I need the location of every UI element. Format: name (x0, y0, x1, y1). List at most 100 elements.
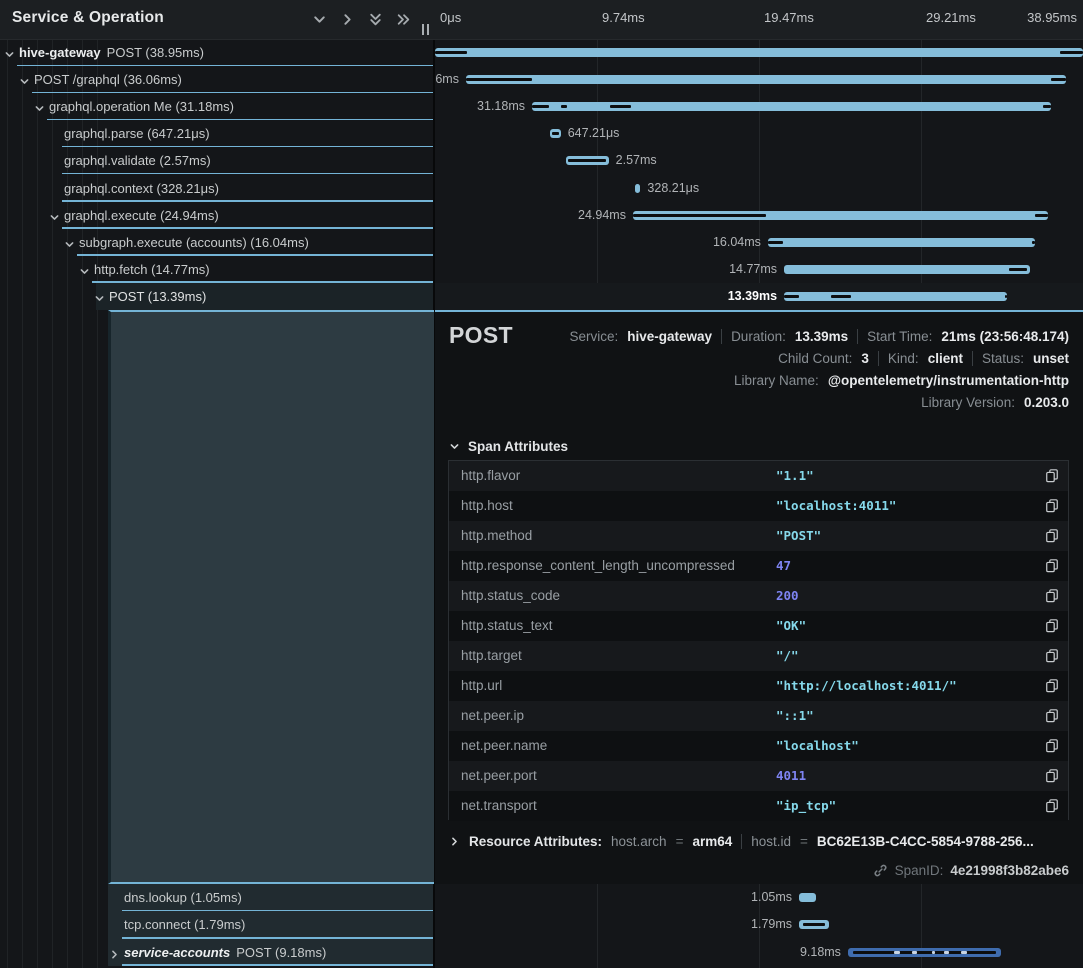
attr-key: http.url (461, 671, 502, 701)
attr-row: net.transport"ip_tcp" (449, 791, 1068, 821)
duration-label: 13.39ms (728, 289, 777, 303)
chevron-down-icon[interactable] (4, 47, 15, 58)
resource-key: host.arch (611, 834, 667, 849)
span-row-name[interactable]: graphql.context (328.21μs) (0, 175, 434, 202)
copy-button[interactable] (1044, 618, 1059, 634)
child-span-marker-light (894, 951, 900, 954)
copy-button[interactable] (1044, 528, 1059, 544)
span-row-name[interactable]: http.fetch (14.77ms) (0, 256, 434, 283)
span-duration-bar[interactable] (550, 129, 561, 138)
span-duration-bar[interactable] (848, 948, 1001, 957)
copy-button[interactable] (1044, 708, 1059, 724)
span-row-name[interactable]: POST /graphql (36.06ms) (0, 66, 434, 93)
service-operation-column-title: Service & Operation (12, 9, 164, 27)
span-detail-meta-line: Service:hive-gatewayDuration:13.39msStar… (569, 326, 1069, 346)
span-row-name[interactable]: graphql.parse (647.21μs) (0, 120, 434, 147)
duration-label: 2.57ms (616, 153, 657, 167)
span-detail-panel: POST Service:hive-gatewayDuration:13.39m… (435, 310, 1083, 884)
copy-button[interactable] (1044, 468, 1059, 484)
duration-label: 647.21μs (568, 126, 620, 140)
attr-row: http.host"localhost:4011" (449, 491, 1068, 521)
attr-value: "::1" (776, 701, 814, 731)
span-duration-bar[interactable] (799, 893, 816, 902)
child-span-marker-light (912, 951, 917, 954)
duration-label: 16.04ms (713, 235, 761, 249)
span-row-text: hive-gatewayPOST (38.95ms) (19, 39, 204, 66)
link-icon[interactable] (873, 863, 888, 878)
span-row-name[interactable]: graphql.operation Me (31.18ms) (0, 93, 434, 120)
span-duration-bar[interactable] (799, 920, 829, 929)
ruler-tick-label: 19.47ms (764, 10, 814, 25)
copy-button[interactable] (1044, 768, 1059, 784)
chevron-down-icon (449, 441, 460, 452)
span-duration-bar[interactable] (768, 238, 1035, 247)
span-duration-bar[interactable] (466, 75, 1066, 84)
chevron-right-icon[interactable] (109, 947, 120, 958)
span-row-text: graphql.validate (2.57ms) (64, 147, 211, 174)
attr-row: http.url "http://localhost:4011/" (449, 671, 1068, 701)
copy-button[interactable] (1044, 648, 1059, 664)
span-row-name[interactable]: service-accountsPOST (9.18ms) (0, 939, 434, 966)
chevron-down-icon[interactable] (64, 237, 75, 248)
copy-button[interactable] (1044, 588, 1059, 604)
attr-key: http.flavor (461, 461, 520, 491)
copy-button[interactable] (1044, 738, 1059, 754)
span-id-row: SpanID: 4e21998f3b82abe6 (873, 863, 1069, 878)
child-span-marker (633, 214, 766, 217)
child-span-marker-light (932, 951, 935, 954)
chevron-down-icon[interactable] (34, 101, 45, 112)
expand-one-icon[interactable] (340, 12, 355, 27)
attr-key: http.method (461, 521, 532, 551)
child-span-marker (853, 951, 997, 954)
span-row-name[interactable]: POST (13.39ms) (0, 283, 434, 310)
span-row-timeline: 647.21μs (435, 120, 1083, 147)
span-row-name[interactable]: tcp.connect (1.79ms) (0, 911, 434, 938)
span-duration-bar[interactable] (532, 102, 1051, 111)
operation-label: graphql.parse (647.21μs) (64, 126, 210, 141)
chevron-down-icon[interactable] (49, 210, 60, 221)
span-row-name[interactable]: subgraph.execute (accounts) (16.04ms) (0, 229, 434, 256)
span-attributes-header[interactable]: Span Attributes (449, 439, 568, 454)
span-row-text: subgraph.execute (accounts) (16.04ms) (79, 229, 309, 256)
attr-value: "1.1" (776, 461, 814, 491)
panel-resize-grip[interactable] (422, 24, 431, 35)
copy-button[interactable] (1044, 798, 1059, 814)
span-row-timeline: 9.18ms (435, 939, 1083, 966)
meta-divider (857, 329, 858, 344)
copy-button[interactable] (1044, 678, 1059, 694)
span-duration-bar[interactable] (784, 265, 1030, 274)
copy-button[interactable] (1044, 498, 1059, 514)
span-duration-bar[interactable] (435, 48, 1083, 57)
child-span-marker (1051, 78, 1066, 81)
chevron-down-icon[interactable] (79, 264, 90, 275)
child-span-marker (1035, 214, 1047, 217)
span-duration-bar[interactable] (633, 211, 1048, 220)
ruler-tick-label: 29.21ms (926, 10, 976, 25)
span-row-name[interactable]: dns.lookup (1.05ms) (0, 884, 434, 911)
span-row-name[interactable]: hive-gatewayPOST (38.95ms) (0, 39, 434, 66)
resource-attributes-row[interactable]: Resource Attributes: host.arch=arm64host… (449, 834, 1034, 849)
attr-key: net.peer.ip (461, 701, 524, 731)
span-duration-bar[interactable] (635, 184, 640, 193)
span-row-text: service-accountsPOST (9.18ms) (124, 939, 326, 966)
meta-divider (721, 329, 722, 344)
attr-row: http.target"/" (449, 641, 1068, 671)
chevron-down-icon[interactable] (94, 291, 105, 302)
operation-label: POST /graphql (36.06ms) (34, 72, 182, 87)
child-span-marker (561, 105, 568, 108)
service-name: service-accounts (124, 945, 230, 960)
collapse-all-icon[interactable] (368, 12, 383, 27)
span-duration-bar[interactable] (566, 156, 609, 165)
span-row-name[interactable]: graphql.validate (2.57ms) (0, 147, 434, 174)
span-duration-bar[interactable] (784, 292, 1007, 301)
attr-value: "http://localhost:4011/" (776, 671, 957, 701)
operation-label: http.fetch (14.77ms) (94, 262, 210, 277)
chevron-down-icon[interactable] (19, 74, 30, 85)
copy-button[interactable] (1044, 558, 1059, 574)
operation-label: POST (38.95ms) (107, 45, 204, 60)
span-id-value: 4e21998f3b82abe6 (950, 863, 1069, 878)
meta-value: hive-gateway (627, 329, 712, 344)
span-row-name[interactable]: graphql.execute (24.94ms) (0, 202, 434, 229)
collapse-one-icon[interactable] (312, 12, 327, 27)
expand-all-icon[interactable] (396, 12, 411, 27)
